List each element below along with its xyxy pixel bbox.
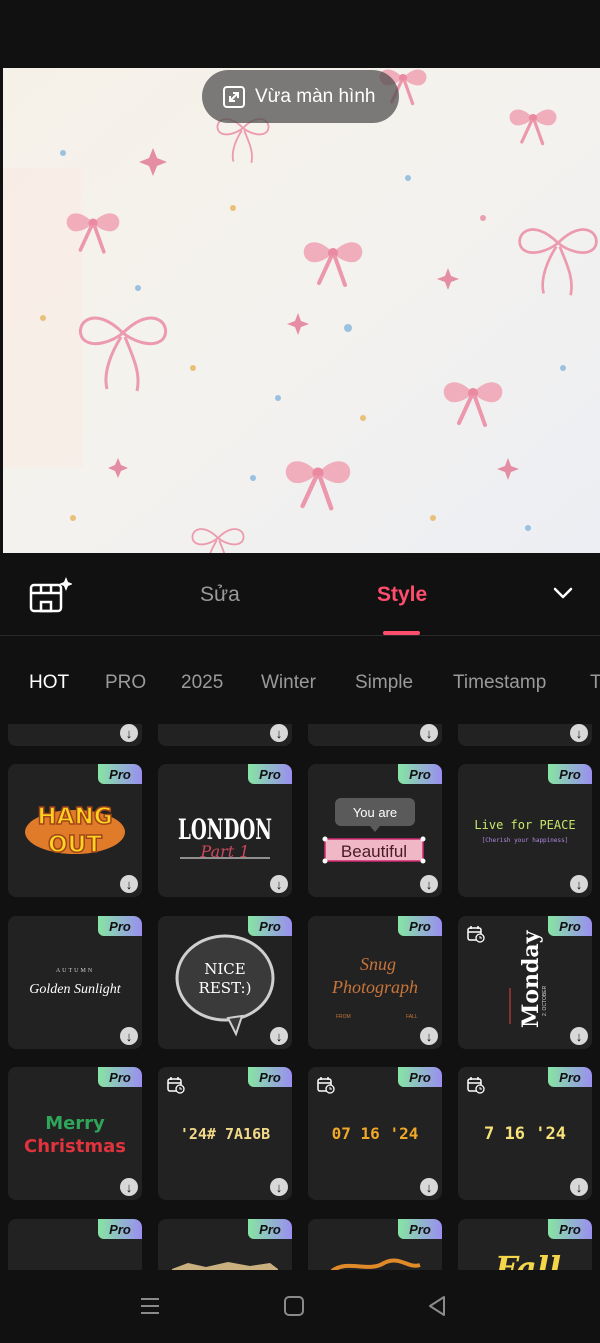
download-icon[interactable]: ↓ [570, 724, 588, 742]
pro-badge: Pro [398, 764, 442, 784]
pro-badge: Pro [248, 1219, 292, 1239]
template-card[interactable]: Pro [158, 1219, 292, 1270]
download-icon[interactable]: ↓ [120, 1178, 138, 1196]
fall-small-text: FALL [406, 1014, 418, 1020]
category-more[interactable]: T [590, 672, 600, 694]
hang-out-line1: HANG [37, 804, 112, 830]
download-icon[interactable]: ↓ [120, 1027, 138, 1045]
sticker-tool-icon[interactable] [28, 575, 72, 613]
template-card[interactable]: ↓ [308, 724, 442, 746]
category-timestamp[interactable]: Timestamp [453, 672, 546, 694]
category-tabs: HOT PRO 2025 Winter Simple Timestamp T [0, 636, 600, 724]
tab-edit[interactable]: Sửa [200, 583, 240, 607]
you-are-text: You are [353, 805, 397, 820]
beautiful-text: Beautiful [341, 842, 407, 861]
merry-text: Merry [45, 1113, 105, 1134]
expand-icon [223, 85, 245, 108]
template-merry-christmas[interactable]: Merry Christmas Pro ↓ [8, 1067, 142, 1200]
template-nice-rest[interactable]: NICE REST:) Pro ↓ [158, 916, 292, 1049]
october-text: 2. OCTOBER [542, 985, 548, 1016]
template-timestamp-3[interactable]: 7 16 '24 Pro ↓ [458, 1067, 592, 1200]
pro-badge: Pro [98, 916, 142, 936]
live-for-peace-text: Live for PEACE [474, 818, 575, 832]
tab-bar: Sửa Style [0, 553, 600, 636]
chevron-down-icon[interactable] [552, 586, 574, 600]
monday-text: Monday [518, 929, 544, 1028]
download-icon[interactable]: ↓ [570, 1178, 588, 1196]
timestamp-3-text: 7 16 '24 [484, 1124, 566, 1144]
timestamp-2-text: 07 16 '24 [332, 1124, 419, 1143]
tab-style[interactable]: Style [377, 583, 427, 607]
template-grid: ↓ ↓ ↓ ↓ HANG OUT Pro ↓ LONDON Part 1 Pro… [0, 724, 600, 1270]
autumn-text: AUTUMN [56, 968, 94, 974]
pro-badge: Pro [548, 1067, 592, 1087]
category-pro[interactable]: PRO [105, 672, 146, 694]
template-card[interactable]: ↓ [458, 724, 592, 746]
download-icon[interactable]: ↓ [270, 875, 288, 893]
photograph-text: Photograph [331, 977, 418, 997]
cherish-text: [Cherish your happiness] [482, 837, 569, 844]
menu-icon[interactable] [138, 1294, 162, 1318]
template-hang-out[interactable]: HANG OUT Pro ↓ [8, 764, 142, 897]
category-2025[interactable]: 2025 [181, 672, 223, 694]
fit-screen-button[interactable]: Vừa màn hình [202, 70, 399, 123]
download-icon[interactable]: ↓ [270, 724, 288, 742]
pro-badge: Pro [98, 764, 142, 784]
template-card[interactable]: ↓ [158, 724, 292, 746]
download-icon[interactable]: ↓ [120, 724, 138, 742]
fall-text: Fall [494, 1249, 561, 1270]
template-card[interactable]: Pro [308, 1219, 442, 1270]
pro-badge: Pro [548, 916, 592, 936]
christmas-text: Christmas [24, 1136, 126, 1157]
pro-badge: Pro [548, 1219, 592, 1239]
fit-screen-label: Vừa màn hình [255, 85, 376, 107]
photo-preview[interactable] [3, 68, 600, 553]
nice-text: NICE [204, 960, 245, 978]
pro-badge: Pro [548, 764, 592, 784]
from-text: FROM [336, 1014, 351, 1020]
pro-badge: Pro [98, 1067, 142, 1087]
template-beautiful[interactable]: You are Beautiful Pro ↓ [308, 764, 442, 897]
download-icon[interactable]: ↓ [420, 875, 438, 893]
download-icon[interactable]: ↓ [570, 1027, 588, 1045]
rest-text: REST:) [199, 979, 252, 997]
system-nav-bar [0, 1270, 600, 1343]
pro-badge: Pro [98, 1219, 142, 1239]
template-card[interactable]: Pro [8, 1219, 142, 1270]
pro-badge: Pro [398, 1067, 442, 1087]
template-live-for-peace[interactable]: Live for PEACE [Cherish your happiness] … [458, 764, 592, 897]
download-icon[interactable]: ↓ [420, 1178, 438, 1196]
download-icon[interactable]: ↓ [270, 1027, 288, 1045]
template-golden-sunlight[interactable]: AUTUMN Golden Sunlight Pro ↓ [8, 916, 142, 1049]
pro-badge: Pro [398, 916, 442, 936]
template-timestamp-2[interactable]: 07 16 '24 Pro ↓ [308, 1067, 442, 1200]
download-icon[interactable]: ↓ [420, 1027, 438, 1045]
home-icon[interactable] [282, 1294, 306, 1318]
download-icon[interactable]: ↓ [570, 875, 588, 893]
preview-image [3, 68, 600, 553]
download-icon[interactable]: ↓ [420, 724, 438, 742]
template-timestamp-1[interactable]: '24# 7A16B Pro ↓ [158, 1067, 292, 1200]
golden-sunlight-text: Golden Sunlight [29, 982, 121, 997]
pro-badge: Pro [248, 1067, 292, 1087]
status-bar [0, 0, 600, 68]
download-icon[interactable]: ↓ [270, 1178, 288, 1196]
hang-out-line2: OUT [48, 832, 102, 858]
template-fall[interactable]: Fall Pro [458, 1219, 592, 1270]
template-monday[interactable]: Monday 2. OCTOBER Pro ↓ [458, 916, 592, 1049]
snug-text: Snug [360, 954, 396, 974]
back-icon[interactable] [425, 1294, 449, 1318]
category-hot[interactable]: HOT [29, 672, 69, 694]
template-card[interactable]: ↓ [8, 724, 142, 746]
active-tab-indicator [383, 631, 420, 635]
pro-badge: Pro [398, 1219, 442, 1239]
template-snug-photograph[interactable]: Snug Photograph FROM FALL Pro ↓ [308, 916, 442, 1049]
category-winter[interactable]: Winter [261, 672, 316, 694]
category-simple[interactable]: Simple [355, 672, 413, 694]
pro-badge: Pro [248, 916, 292, 936]
download-icon[interactable]: ↓ [120, 875, 138, 893]
pro-badge: Pro [248, 764, 292, 784]
template-london[interactable]: LONDON Part 1 Pro ↓ [158, 764, 292, 897]
timestamp-1-text: '24# 7A16B [180, 1125, 270, 1143]
